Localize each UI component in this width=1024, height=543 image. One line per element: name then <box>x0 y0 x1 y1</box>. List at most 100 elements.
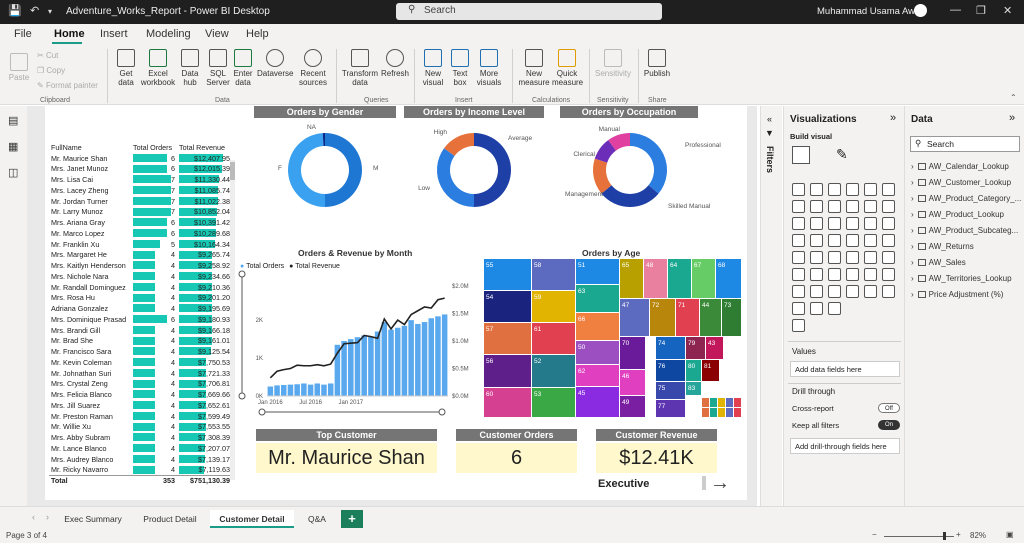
visual-type-icon[interactable] <box>828 200 841 213</box>
visual-type-icon[interactable] <box>846 234 859 247</box>
cross-report-toggle[interactable]: Off <box>878 403 900 413</box>
chevron-right-icon[interactable]: › <box>911 210 914 219</box>
visual-type-icon[interactable] <box>864 200 877 213</box>
data-table-name: AW_Calendar_Lookup <box>928 162 1009 171</box>
data-table-item[interactable]: › AW_Calendar_Lookup <box>911 162 1009 171</box>
visual-type-icon[interactable] <box>864 251 877 264</box>
zoom-out-icon[interactable]: − <box>872 530 877 539</box>
visual-type-icon[interactable] <box>810 183 823 196</box>
visual-type-icon[interactable] <box>846 217 859 230</box>
collapse-viz-icon[interactable]: » <box>890 112 896 124</box>
visual-type-icon[interactable] <box>828 217 841 230</box>
keep-filters-toggle[interactable]: On <box>878 420 900 430</box>
tab-product-detail[interactable]: Product Detail <box>134 510 206 528</box>
visual-type-icon[interactable] <box>864 183 877 196</box>
visual-type-icon[interactable] <box>792 183 805 196</box>
treemap-tile[interactable] <box>718 408 725 417</box>
data-table-item[interactable]: › AW_Product_Category_... <box>911 194 1021 203</box>
visual-type-icon[interactable] <box>792 217 805 230</box>
data-table-item[interactable]: › AW_Product_Lookup <box>911 210 1004 219</box>
treemap-tile[interactable] <box>726 408 733 417</box>
drill-through-well[interactable]: Add drill-through fields here <box>790 438 900 454</box>
visual-type-icon[interactable] <box>846 183 859 196</box>
treemap-tile[interactable] <box>710 408 717 417</box>
treemap-tile[interactable] <box>702 408 709 417</box>
expand-filters-icon[interactable]: « <box>767 114 772 124</box>
collapse-data-icon[interactable]: » <box>1009 112 1015 124</box>
tab-qa[interactable]: Q&A <box>298 510 336 528</box>
data-table-item[interactable]: › AW_Territories_Lookup <box>911 274 1012 283</box>
visual-type-icon[interactable] <box>846 200 859 213</box>
tab-customer-detail[interactable]: Customer Detail <box>210 510 294 528</box>
chevron-right-icon[interactable]: › <box>911 178 914 187</box>
data-table-item[interactable]: › AW_Sales <box>911 258 966 267</box>
visual-type-icon[interactable] <box>810 234 823 247</box>
visual-type-icon[interactable] <box>882 234 895 247</box>
build-visual-icon[interactable] <box>792 146 810 164</box>
tab-scroll-left-icon[interactable]: ‹ <box>32 512 35 522</box>
data-table-item[interactable]: › AW_Customer_Lookup <box>911 178 1011 187</box>
visual-type-icon[interactable] <box>810 251 823 264</box>
treemap-tile[interactable] <box>726 398 733 407</box>
visual-type-icon[interactable] <box>810 302 823 315</box>
data-table-item[interactable]: › AW_Product_Subcateg... <box>911 226 1018 235</box>
chevron-right-icon[interactable]: › <box>911 242 914 251</box>
zoom-in-icon[interactable]: + <box>956 530 961 539</box>
visual-type-icon[interactable] <box>828 268 841 281</box>
fit-page-icon[interactable]: ▣ <box>1006 530 1014 539</box>
visual-type-icon[interactable] <box>828 251 841 264</box>
visual-type-icon[interactable] <box>882 268 895 281</box>
data-search-input[interactable]: ⚲ Search <box>910 136 1020 152</box>
visual-type-icon[interactable] <box>828 183 841 196</box>
visual-type-icon[interactable] <box>792 285 805 298</box>
visual-type-icon[interactable] <box>846 285 859 298</box>
chevron-right-icon[interactable]: › <box>911 258 914 267</box>
chevron-right-icon[interactable]: › <box>911 194 914 203</box>
visual-type-icon[interactable] <box>792 234 805 247</box>
visual-type-icon[interactable] <box>792 268 805 281</box>
tab-exec-summary[interactable]: Exec Summary <box>56 510 130 528</box>
visual-type-icon[interactable] <box>792 251 805 264</box>
visual-type-icon[interactable] <box>810 217 823 230</box>
treemap-tile[interactable] <box>718 398 725 407</box>
add-page-button[interactable]: + <box>341 510 363 528</box>
custom-visual-icon[interactable] <box>792 319 805 332</box>
visual-type-icon[interactable] <box>882 251 895 264</box>
visual-type-icon[interactable] <box>864 234 877 247</box>
visual-type-icon[interactable] <box>882 217 895 230</box>
tab-scroll-right-icon[interactable]: › <box>46 512 49 522</box>
visual-type-icon[interactable] <box>882 285 895 298</box>
data-table-item[interactable]: › AW_Returns <box>911 242 974 251</box>
treemap-tile[interactable] <box>734 408 741 417</box>
visual-type-icon[interactable] <box>828 234 841 247</box>
executive-button-label[interactable]: Executive <box>598 478 649 490</box>
visual-type-icon[interactable] <box>864 268 877 281</box>
format-visual-icon[interactable]: ✎ <box>836 146 848 163</box>
data-table-item[interactable]: › Price Adjustment (%) <box>911 290 1003 299</box>
visual-type-icon[interactable] <box>864 217 877 230</box>
data-table-name: AW_Customer_Lookup <box>928 178 1012 187</box>
treemap-tile[interactable] <box>734 398 741 407</box>
chevron-right-icon[interactable]: › <box>911 226 914 235</box>
visual-type-icon[interactable] <box>810 285 823 298</box>
chevron-right-icon[interactable]: › <box>911 274 914 283</box>
visual-type-icon[interactable] <box>882 200 895 213</box>
visual-type-icon[interactable] <box>810 268 823 281</box>
visual-type-icon[interactable] <box>846 268 859 281</box>
visual-type-icon[interactable] <box>828 285 841 298</box>
visual-type-icon[interactable] <box>846 251 859 264</box>
visual-type-icon[interactable] <box>828 302 841 315</box>
treemap-tile[interactable] <box>702 398 709 407</box>
arrow-right-icon[interactable]: → <box>710 472 730 495</box>
visual-type-icon[interactable] <box>792 302 805 315</box>
visual-type-icon[interactable] <box>810 200 823 213</box>
filters-pane-collapsed[interactable]: « ▼ Filters <box>760 106 782 506</box>
chevron-right-icon[interactable]: › <box>911 290 914 299</box>
zoom-slider-thumb[interactable] <box>943 532 946 540</box>
visual-type-icon[interactable] <box>864 285 877 298</box>
visual-type-icon[interactable] <box>792 200 805 213</box>
values-well[interactable]: Add data fields here <box>790 361 900 377</box>
treemap-tile[interactable] <box>710 398 717 407</box>
visual-type-icon[interactable] <box>882 183 895 196</box>
chevron-right-icon[interactable]: › <box>911 162 914 171</box>
